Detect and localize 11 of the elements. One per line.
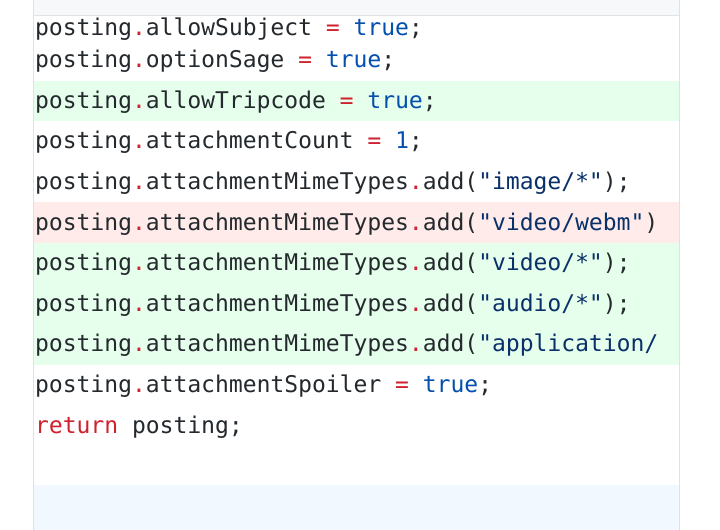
code-text: posting.attachmentMimeTypes.add("image/*"); — [34, 170, 630, 194]
code-text: posting.allowTripcode = true; — [34, 88, 437, 113]
code-text: posting.attachmentSpoiler = true; — [34, 373, 492, 398]
code-text: posting.attachmentMimeTypes.add("application/ — [34, 332, 658, 356]
code-text: posting.attachmentMimeTypes.add("video/webm") — [34, 210, 658, 235]
code-text: posting.attachmentMimeTypes.add("video/*"); — [34, 251, 630, 276]
code-text: posting.optionSage = true; — [34, 48, 396, 72]
code-text: posting.attachmentCount = 1; — [34, 129, 423, 154]
code-text: posting.attachmentMimeTypes.add("audio/*"); — [34, 292, 630, 316]
code-text: posting.allowSubject = true; — [34, 16, 423, 40]
code-text: return posting; — [34, 414, 243, 438]
